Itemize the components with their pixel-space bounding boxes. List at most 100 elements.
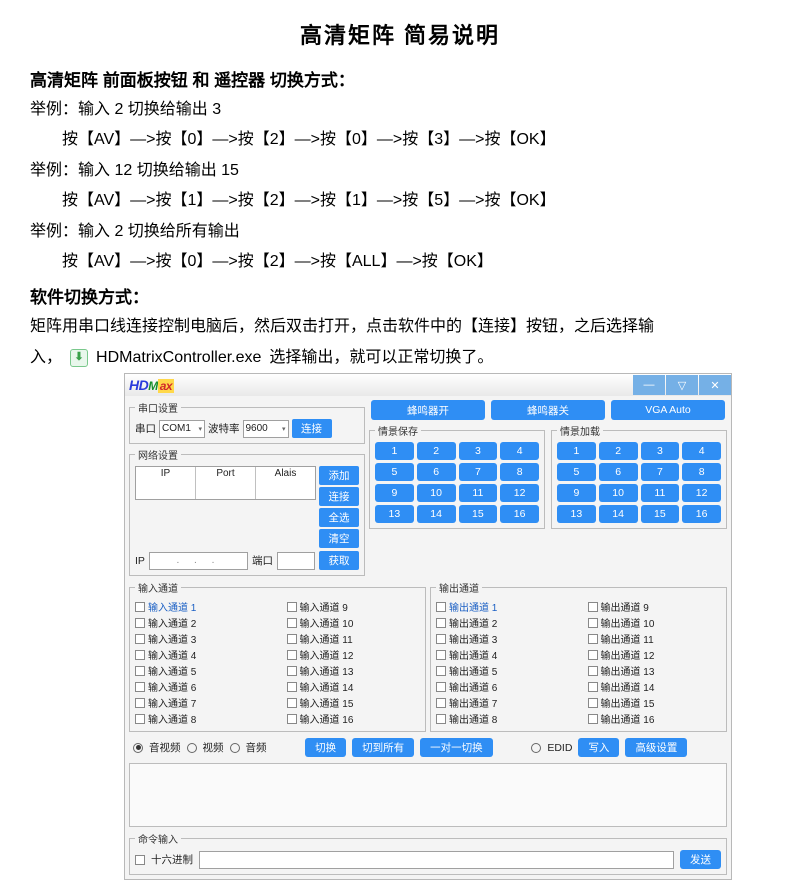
hex-label: 十六进制	[151, 852, 193, 867]
example2-desc: 举例：输入 12 切换给输出 15	[30, 156, 770, 186]
output-channel-6[interactable]: 输出通道 6	[436, 679, 570, 694]
close-button[interactable]: ✕	[699, 375, 731, 395]
scene-save-4[interactable]: 4	[500, 442, 539, 460]
scene-load-9[interactable]: 9	[557, 484, 596, 502]
output-channel-16[interactable]: 输出通道 16	[588, 711, 722, 726]
scene-load-6[interactable]: 6	[599, 463, 638, 481]
scene-save-7[interactable]: 7	[459, 463, 498, 481]
scene-save-5[interactable]: 5	[375, 463, 414, 481]
scene-save-11[interactable]: 11	[459, 484, 498, 502]
checkbox-icon	[135, 634, 145, 644]
radio-av[interactable]	[133, 743, 143, 753]
input-channel-7[interactable]: 输入通道 7	[135, 695, 269, 710]
minimize-button[interactable]: —	[633, 375, 665, 395]
scene-load-10[interactable]: 10	[599, 484, 638, 502]
input-channel-1[interactable]: 输入通道 1	[135, 599, 269, 614]
scene-save-12[interactable]: 12	[500, 484, 539, 502]
output-channel-10[interactable]: 输出通道 10	[588, 615, 722, 630]
titlebar[interactable]: HDMax — ▽ ✕	[125, 374, 731, 396]
scene-save-2[interactable]: 2	[417, 442, 456, 460]
output-channel-5[interactable]: 输出通道 5	[436, 663, 570, 678]
scene-save-3[interactable]: 3	[459, 442, 498, 460]
output-channel-9[interactable]: 输出通道 9	[588, 599, 722, 614]
input-channel-15[interactable]: 输入通道 15	[287, 695, 421, 710]
port2-label: 端口	[252, 553, 273, 568]
scene-load-5[interactable]: 5	[557, 463, 596, 481]
radio-video[interactable]	[187, 743, 197, 753]
scene-save-10[interactable]: 10	[417, 484, 456, 502]
input-channel-4[interactable]: 输入通道 4	[135, 647, 269, 662]
scene-save-1[interactable]: 1	[375, 442, 414, 460]
one-to-one-button[interactable]: 一对一切换	[420, 738, 493, 757]
output-channel-7[interactable]: 输出通道 7	[436, 695, 570, 710]
buzzer-on-button[interactable]: 蜂鸣器开	[371, 400, 485, 420]
restore-button[interactable]: ▽	[666, 375, 698, 395]
get-button[interactable]: 获取	[319, 551, 359, 570]
output-channel-12[interactable]: 输出通道 12	[588, 647, 722, 662]
input-channel-9[interactable]: 输入通道 9	[287, 599, 421, 614]
radio-edid[interactable]	[531, 743, 541, 753]
command-input[interactable]	[199, 851, 674, 869]
write-button[interactable]: 写入	[578, 738, 619, 757]
output-channel-2[interactable]: 输出通道 2	[436, 615, 570, 630]
scene-load-8[interactable]: 8	[682, 463, 721, 481]
input-channel-16[interactable]: 输入通道 16	[287, 711, 421, 726]
input-channel-2[interactable]: 输入通道 2	[135, 615, 269, 630]
switch-all-button[interactable]: 切到所有	[352, 738, 414, 757]
input-channel-14[interactable]: 输入通道 14	[287, 679, 421, 694]
vga-auto-button[interactable]: VGA Auto	[611, 400, 725, 420]
scene-load-1[interactable]: 1	[557, 442, 596, 460]
scene-load-7[interactable]: 7	[641, 463, 680, 481]
clear-button[interactable]: 清空	[319, 529, 359, 548]
input-channel-11[interactable]: 输入通道 11	[287, 631, 421, 646]
checkbox-icon	[287, 682, 297, 692]
input-channel-6[interactable]: 输入通道 6	[135, 679, 269, 694]
input-channel-3[interactable]: 输入通道 3	[135, 631, 269, 646]
output-channel-8[interactable]: 输出通道 8	[436, 711, 570, 726]
scene-load-16[interactable]: 16	[682, 505, 721, 523]
scene-save-16[interactable]: 16	[500, 505, 539, 523]
scene-save-6[interactable]: 6	[417, 463, 456, 481]
scene-load-14[interactable]: 14	[599, 505, 638, 523]
output-channel-4[interactable]: 输出通道 4	[436, 647, 570, 662]
input-channel-12[interactable]: 输入通道 12	[287, 647, 421, 662]
hex-checkbox[interactable]	[135, 855, 145, 865]
buzzer-off-button[interactable]: 蜂鸣器关	[491, 400, 605, 420]
input-channel-8[interactable]: 输入通道 8	[135, 711, 269, 726]
select-all-button[interactable]: 全选	[319, 508, 359, 527]
send-button[interactable]: 发送	[680, 850, 721, 869]
scene-load-11[interactable]: 11	[641, 484, 680, 502]
scene-load-3[interactable]: 3	[641, 442, 680, 460]
radio-audio[interactable]	[230, 743, 240, 753]
scene-load-15[interactable]: 15	[641, 505, 680, 523]
advanced-button[interactable]: 高级设置	[625, 738, 687, 757]
output-channel-1[interactable]: 输出通道 1	[436, 599, 570, 614]
network-table[interactable]: IP Port Alais	[135, 466, 316, 500]
ip-input[interactable]: . . .	[149, 552, 248, 570]
output-channel-15[interactable]: 输出通道 15	[588, 695, 722, 710]
port-combo[interactable]: COM1▾	[159, 420, 205, 438]
scene-save-8[interactable]: 8	[500, 463, 539, 481]
output-channel-3[interactable]: 输出通道 3	[436, 631, 570, 646]
baud-combo[interactable]: 9600▾	[243, 420, 289, 438]
scene-save-9[interactable]: 9	[375, 484, 414, 502]
link-button[interactable]: 连接	[319, 487, 359, 506]
switch-button[interactable]: 切换	[305, 738, 346, 757]
add-button[interactable]: 添加	[319, 466, 359, 485]
col-port: Port	[196, 467, 256, 499]
scene-save-14[interactable]: 14	[417, 505, 456, 523]
scene-save-13[interactable]: 13	[375, 505, 414, 523]
scene-load-2[interactable]: 2	[599, 442, 638, 460]
input-channel-10[interactable]: 输入通道 10	[287, 615, 421, 630]
scene-save-15[interactable]: 15	[459, 505, 498, 523]
output-channel-14[interactable]: 输出通道 14	[588, 679, 722, 694]
scene-load-4[interactable]: 4	[682, 442, 721, 460]
port-input[interactable]	[277, 552, 315, 570]
output-channel-11[interactable]: 输出通道 11	[588, 631, 722, 646]
input-channel-5[interactable]: 输入通道 5	[135, 663, 269, 678]
input-channel-13[interactable]: 输入通道 13	[287, 663, 421, 678]
scene-load-12[interactable]: 12	[682, 484, 721, 502]
connect-button[interactable]: 连接	[292, 419, 332, 438]
scene-load-13[interactable]: 13	[557, 505, 596, 523]
output-channel-13[interactable]: 输出通道 13	[588, 663, 722, 678]
